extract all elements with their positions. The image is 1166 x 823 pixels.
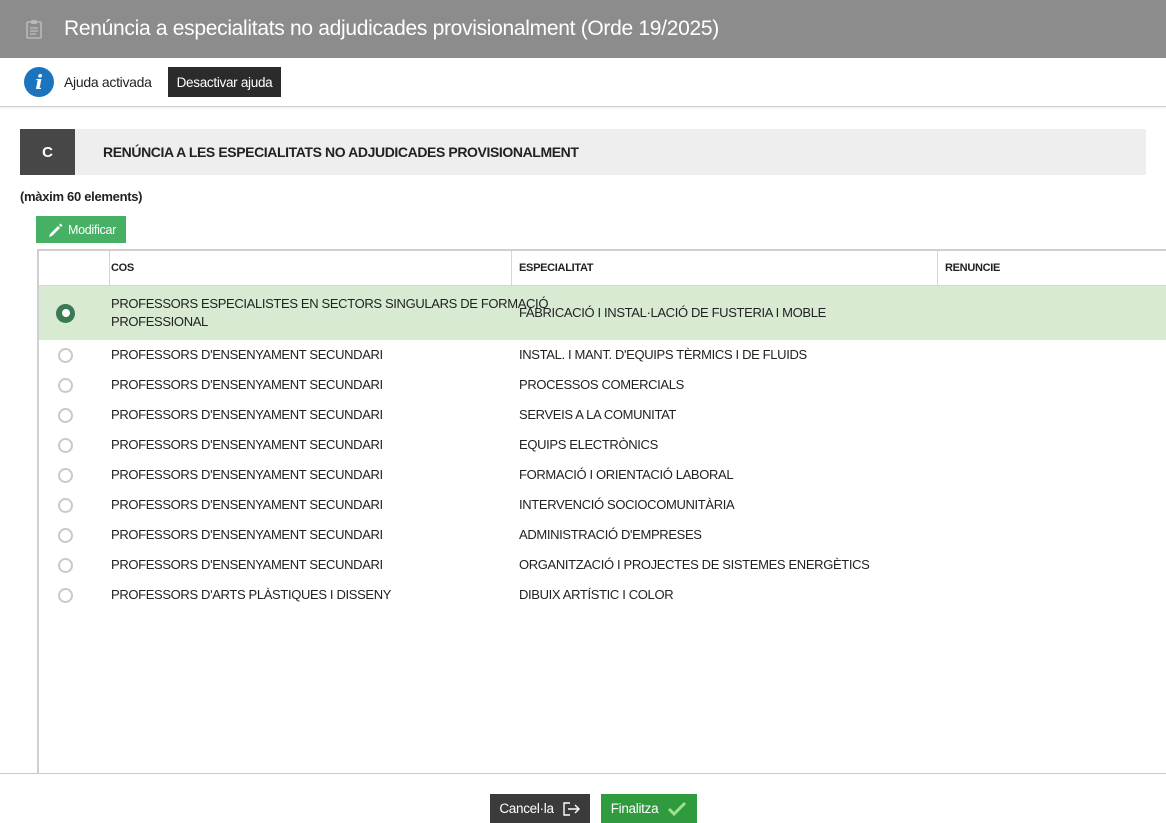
clipboard-icon bbox=[26, 19, 42, 39]
cell-cos: PROFESSORS D'ENSENYAMENT SECUNDARI bbox=[111, 527, 383, 542]
cell-especialitat: ADMINISTRACIÓ D'EMPRESES bbox=[519, 527, 702, 542]
radio-icon[interactable] bbox=[58, 527, 73, 543]
modify-button-label: Modificar bbox=[68, 222, 117, 237]
radio-icon[interactable] bbox=[58, 587, 73, 603]
specialities-table: COS ESPECIALITAT RENUNCIE PROFESSORS ESP… bbox=[37, 249, 1166, 791]
table-row[interactable]: PROFESSORS D'ARTS PLÀSTIQUES I DISSENY DI… bbox=[39, 580, 1166, 610]
radio-icon[interactable] bbox=[58, 407, 73, 423]
cell-especialitat: DIBUIX ARTÍSTIC I COLOR bbox=[519, 587, 674, 602]
cell-cos-line: PROFESSIONAL bbox=[111, 314, 208, 329]
radio-icon[interactable] bbox=[58, 347, 73, 363]
radio-icon[interactable] bbox=[58, 377, 73, 393]
table-row[interactable]: PROFESSORS D'ENSENYAMENT SECUNDARI ORGANI… bbox=[39, 550, 1166, 580]
radio-selected-icon[interactable] bbox=[56, 303, 75, 323]
cell-especialitat: ORGANITZACIÓ I PROJECTES DE SISTEMES ENE… bbox=[519, 557, 870, 572]
cell-especialitat: FABRICACIÓ I INSTAL·LACIÓ DE FUSTERIA I … bbox=[519, 305, 826, 320]
table-header: COS ESPECIALITAT RENUNCIE bbox=[39, 251, 1166, 286]
info-icon: i bbox=[24, 67, 54, 97]
section-title: RENÚNCIA A LES ESPECIALITATS NO ADJUDICA… bbox=[103, 144, 579, 160]
header-divider bbox=[937, 251, 938, 285]
section-header: C RENÚNCIA A LES ESPECIALITATS NO ADJUDI… bbox=[20, 129, 1146, 175]
cell-especialitat: FORMACIÓ I ORIENTACIÓ LABORAL bbox=[519, 467, 734, 482]
table-row[interactable]: PROFESSORS D'ENSENYAMENT SECUNDARI EQUIPS… bbox=[39, 430, 1166, 460]
cell-cos: PROFESSORS D'ENSENYAMENT SECUNDARI bbox=[111, 347, 383, 362]
deactivate-help-button[interactable]: Desactivar ajuda bbox=[168, 67, 281, 97]
column-header-especialitat[interactable]: ESPECIALITAT bbox=[519, 251, 594, 285]
cell-cos: PROFESSORS D'ENSENYAMENT SECUNDARI bbox=[111, 557, 383, 572]
column-header-renuncie[interactable]: RENUNCIE bbox=[945, 251, 1000, 285]
pencil-icon bbox=[49, 223, 63, 237]
modify-button[interactable]: Modificar bbox=[36, 216, 126, 243]
column-header-cos-label: COS bbox=[111, 262, 134, 274]
table-row[interactable]: PROFESSORS D'ENSENYAMENT SECUNDARI SERVEI… bbox=[39, 400, 1166, 430]
exit-icon bbox=[562, 801, 580, 816]
finish-button-label: Finalitza bbox=[610, 801, 659, 816]
cell-cos: PROFESSORS D'ENSENYAMENT SECUNDARI bbox=[111, 407, 383, 422]
radio-icon[interactable] bbox=[58, 467, 73, 483]
radio-icon[interactable] bbox=[58, 497, 73, 513]
cancel-button[interactable]: Cancel·la bbox=[490, 794, 590, 823]
cell-especialitat: PROCESSOS COMERCIALS bbox=[519, 377, 684, 392]
cell-cos: PROFESSORS D'ENSENYAMENT SECUNDARI bbox=[111, 467, 383, 482]
cell-cos-line: PROFESSORS ESPECIALISTES EN SECTORS SING… bbox=[111, 296, 549, 311]
cell-cos: PROFESSORS D'ENSENYAMENT SECUNDARI bbox=[111, 377, 383, 392]
cell-cos: PROFESSORS D'ENSENYAMENT SECUNDARI bbox=[111, 437, 383, 452]
cell-especialitat: EQUIPS ELECTRÒNICS bbox=[519, 437, 658, 452]
max-elements-note: (màxim 60 elements) bbox=[20, 189, 143, 204]
header-divider bbox=[511, 251, 512, 285]
table-row[interactable]: PROFESSORS D'ENSENYAMENT SECUNDARI INTERV… bbox=[39, 490, 1166, 520]
radio-icon[interactable] bbox=[58, 557, 73, 573]
cell-especialitat: INTERVENCIÓ SOCIOCOMUNITÀRIA bbox=[519, 497, 735, 512]
column-header-cos[interactable]: COS bbox=[109, 251, 134, 285]
cell-especialitat: SERVEIS A LA COMUNITAT bbox=[519, 407, 677, 422]
table-row[interactable]: PROFESSORS D'ENSENYAMENT SECUNDARI FORMAC… bbox=[39, 460, 1166, 490]
table-row[interactable]: PROFESSORS D'ENSENYAMENT SECUNDARI PROCES… bbox=[39, 370, 1166, 400]
table-body: PROFESSORS ESPECIALISTES EN SECTORS SING… bbox=[39, 286, 1166, 610]
cell-cos: PROFESSORS D'ENSENYAMENT SECUNDARI bbox=[111, 497, 383, 512]
table-row[interactable]: PROFESSORS D'ENSENYAMENT SECUNDARI INSTAL… bbox=[39, 340, 1166, 370]
help-bar: i Ajuda activada Desactivar ajuda bbox=[0, 58, 1166, 107]
radio-icon[interactable] bbox=[58, 437, 73, 453]
cancel-button-label: Cancel·la bbox=[499, 801, 554, 816]
cell-cos: PROFESSORS ESPECIALISTES EN SECTORS SING… bbox=[111, 295, 548, 331]
table-row[interactable]: PROFESSORS D'ENSENYAMENT SECUNDARI ADMINI… bbox=[39, 520, 1166, 550]
footer-bar: Cancel·la Finalitza bbox=[0, 773, 1166, 823]
section-letter: C bbox=[20, 129, 75, 175]
cell-cos: PROFESSORS D'ARTS PLÀSTIQUES I DISSENY bbox=[111, 587, 392, 602]
cell-especialitat: INSTAL. I MANT. D'EQUIPS TÈRMICS I DE FL… bbox=[519, 347, 807, 362]
help-status: Ajuda activada bbox=[64, 74, 152, 90]
finish-button[interactable]: Finalitza bbox=[601, 794, 697, 823]
window-title: Renúncia a especialitats no adjudicades … bbox=[64, 17, 719, 40]
window-titlebar: Renúncia a especialitats no adjudicades … bbox=[0, 0, 1166, 58]
table-row[interactable]: PROFESSORS ESPECIALISTES EN SECTORS SING… bbox=[39, 286, 1166, 340]
check-icon bbox=[668, 801, 687, 816]
